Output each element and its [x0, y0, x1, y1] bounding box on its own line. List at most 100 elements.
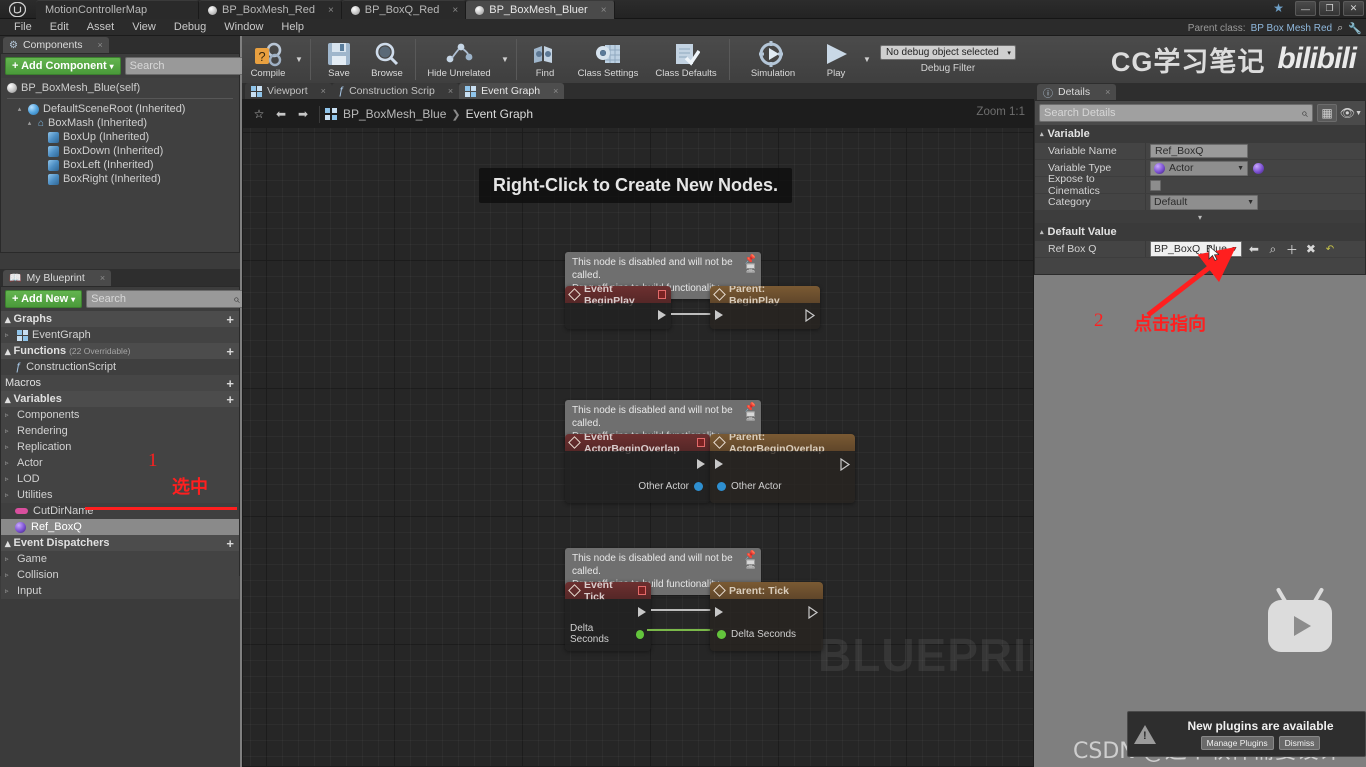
components-root-item[interactable]: BP_BoxMesh_Blue(self) [1, 81, 239, 95]
add-icon[interactable]: + [226, 313, 234, 326]
toolbar-class-defaults-button[interactable]: Class Defaults [647, 36, 725, 83]
window-controls[interactable]: — ❐ ✕ [1295, 1, 1364, 16]
expander-icon[interactable]: ▹ [5, 443, 13, 451]
breakpoint-icon[interactable] [658, 290, 666, 299]
expander-icon[interactable]: ▹ [5, 571, 13, 579]
toolbar-hide-unrelated-button[interactable]: Hide Unrelated [420, 36, 498, 83]
menu-item-edit[interactable]: Edit [42, 20, 77, 34]
myblueprint-category[interactable]: ▹ Collision [1, 567, 239, 583]
exec-input-pin[interactable] [715, 459, 723, 469]
component-tree-item[interactable]: ▴ ⌂ BoxMash (Inherited) [1, 116, 239, 130]
details-content[interactable]: ▴ Variable Variable Name Ref_BoxQ Variable T… [1035, 125, 1365, 258]
variable-type-combo[interactable]: Actor ▼ [1150, 160, 1248, 176]
expander-icon[interactable]: ▹ [5, 587, 13, 595]
dismiss-button[interactable]: Dismiss [1278, 735, 1321, 750]
reset-icon[interactable]: ↶ [1323, 244, 1337, 255]
expose-to-cinematics-checkbox[interactable] [1150, 179, 1161, 191]
pin-delta-seconds[interactable]: Delta Seconds [565, 623, 649, 645]
exec-output-pin[interactable] [638, 607, 646, 617]
forward-arrow-icon[interactable]: ➡ [292, 107, 314, 121]
node-parent-tick[interactable]: Parent: Tick Delta Seconds [710, 582, 823, 651]
object-pin-icon[interactable] [694, 481, 703, 491]
myblueprint-search[interactable]: ⌕ [86, 290, 245, 308]
chevron-down-icon[interactable]: ▼ [498, 36, 512, 83]
expander-icon[interactable]: ▴ [25, 119, 34, 127]
node-parent-actorbeginoverlap[interactable]: Parent: ActorBeginOverlap Other Actor [710, 434, 855, 503]
menu-item-view[interactable]: View [124, 20, 164, 34]
myblueprint-section-header[interactable]: ▴ Graphs + [1, 311, 239, 327]
toolbar-browse-button[interactable]: Browse [363, 36, 411, 83]
menu-item-help[interactable]: Help [273, 20, 312, 34]
close-icon[interactable]: × [320, 5, 334, 16]
tab-construction-scrip[interactable]: ƒ Construction Scrip × [331, 83, 460, 99]
component-tree-item[interactable]: BoxRight (Inherited) [1, 172, 239, 186]
expander-icon[interactable]: ▹ [5, 475, 13, 483]
window-tab[interactable]: BP_BoxMesh_Bluer × [466, 0, 615, 19]
expander-icon[interactable]: ▹ [5, 427, 13, 435]
graph-tab-row[interactable]: Viewport × ƒ Construction Scrip × Event Graph… [242, 83, 1034, 99]
pin-icon[interactable]: 📌 🖥 [744, 255, 757, 273]
myblueprint-category[interactable]: ▹ Input [1, 583, 239, 599]
myblueprint-category[interactable]: ▹ Components [1, 407, 239, 423]
myblueprint-category[interactable]: ▹ Actor [1, 455, 239, 471]
myblueprint-section-header[interactable]: ▴ Event Dispatchers + [1, 535, 239, 551]
myblueprint-list[interactable]: ▴ Graphs + ▹ EventGraph ▴ Functions (22 Overrid… [1, 311, 239, 599]
window-tab[interactable]: BP_BoxMesh_Red × [199, 0, 342, 19]
expander-icon[interactable]: ▹ [5, 491, 13, 499]
myblueprint-graph-item[interactable]: ▹ EventGraph [1, 327, 239, 343]
star-icon[interactable]: ☆ [248, 107, 270, 121]
expander-icon[interactable]: ▴ [5, 537, 11, 550]
close-icon[interactable]: × [1105, 87, 1110, 97]
minimize-button[interactable]: — [1295, 1, 1316, 16]
grid-view-icon[interactable]: ▦ [1317, 104, 1337, 122]
exec-input-pin[interactable] [715, 310, 723, 320]
wrench-icon[interactable]: 🔧 [1348, 22, 1362, 35]
close-icon[interactable]: × [444, 5, 458, 16]
window-tab[interactable]: MotionControllerMap [36, 0, 199, 19]
menu-bar[interactable]: File Edit Asset View Debug Window Help [0, 19, 1366, 36]
tab-my-blueprint[interactable]: 📖 My Blueprint × [3, 270, 112, 286]
myblueprint-category[interactable]: ▹ Utilities [1, 487, 239, 503]
node-event-actorbeginoverlap[interactable]: Event ActorBeginOverlap Other Actor [565, 434, 710, 503]
exec-output-pin[interactable] [840, 458, 851, 471]
node-event-tick[interactable]: Event Tick Delta Seconds [565, 582, 651, 651]
browse-icon[interactable]: ⌕ [1266, 242, 1280, 257]
expander-icon[interactable]: ▴ [5, 313, 11, 326]
close-icon[interactable]: × [553, 86, 558, 96]
pin-other-actor[interactable]: Other Actor [712, 477, 787, 495]
toolbar-play-button[interactable]: Play [812, 36, 860, 83]
window-tab[interactable]: BP_BoxQ_Red × [341, 0, 467, 19]
maximize-button[interactable]: ❐ [1319, 1, 1340, 16]
clear-icon[interactable]: ✖ [1304, 242, 1318, 256]
myblueprint-section-header[interactable]: Macros + [1, 375, 239, 391]
close-icon[interactable]: × [100, 273, 105, 283]
close-icon[interactable]: × [321, 86, 326, 96]
component-tree-item[interactable]: BoxLeft (Inherited) [1, 158, 239, 172]
exec-output-pin[interactable] [808, 606, 819, 619]
expander-icon[interactable]: ▴ [1040, 130, 1044, 138]
close-icon[interactable]: × [593, 5, 607, 16]
main-toolbar[interactable]: ? Compile ▼ Save Browse Hide Unrelated ▼ Find Cl… [242, 36, 1366, 83]
add-icon[interactable]: + [226, 537, 234, 550]
chevron-down-icon[interactable]: ▼ [860, 36, 874, 83]
graph-canvas[interactable]: Right-Click to Create New Nodes. BLUEPRI… [243, 128, 1033, 766]
myblueprint-variable-item[interactable]: Ref_BoxQ [1, 519, 239, 535]
float-pin-icon[interactable] [635, 629, 644, 639]
window-tab-strip[interactable]: MotionControllerMap BP_BoxMesh_Red × BP_Box… [36, 0, 615, 19]
close-icon[interactable]: × [448, 86, 453, 96]
breakpoint-icon[interactable] [637, 586, 646, 595]
debug-object-selector[interactable]: No debug object selected ▾ [880, 45, 1016, 60]
back-arrow-icon[interactable]: ⬅ [270, 107, 292, 121]
expander-icon[interactable]: ▹ [5, 555, 13, 563]
menu-item-debug[interactable]: Debug [166, 20, 214, 34]
add-component-button[interactable]: + Add Component ▾ [5, 57, 121, 75]
myblueprint-category[interactable]: ▹ Game [1, 551, 239, 567]
myblueprint-section-header[interactable]: ▴ Functions (22 Overridable) + [1, 343, 239, 359]
close-icon[interactable]: × [98, 40, 103, 50]
expander-icon[interactable]: ▹ [5, 459, 13, 467]
tab-components[interactable]: ⚙ Components × [3, 37, 109, 53]
tab-details[interactable]: ⓘ Details × [1037, 84, 1117, 100]
toolbar-simulation-button[interactable]: Simulation [734, 36, 812, 83]
exec-output-pin[interactable] [805, 309, 816, 322]
pin-icon[interactable]: 📌 🖥 [744, 551, 757, 569]
